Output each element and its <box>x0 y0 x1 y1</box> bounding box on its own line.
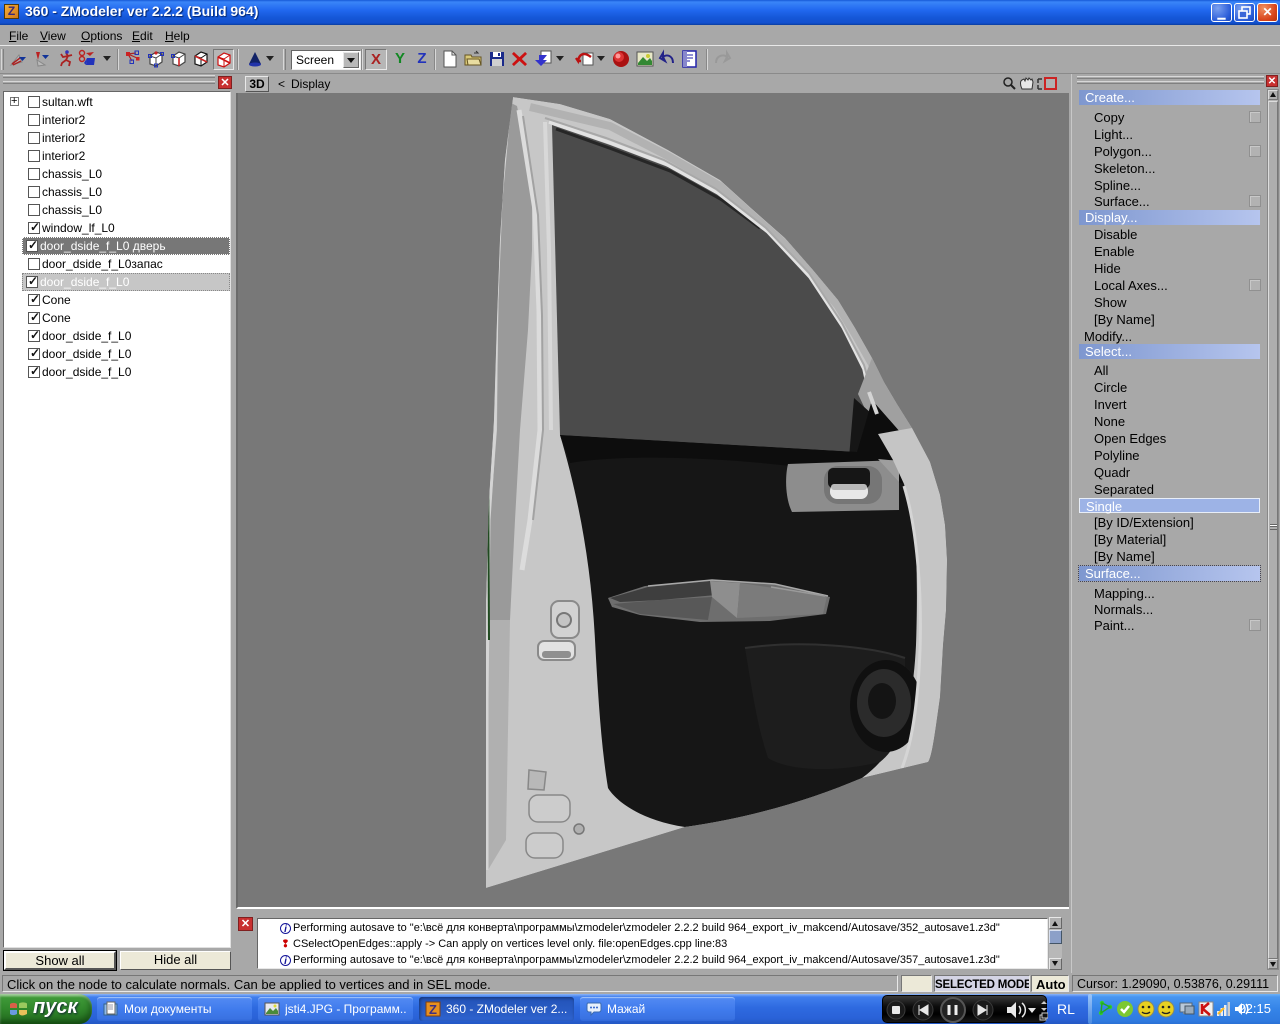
svg-text:Z: Z <box>429 1002 437 1017</box>
